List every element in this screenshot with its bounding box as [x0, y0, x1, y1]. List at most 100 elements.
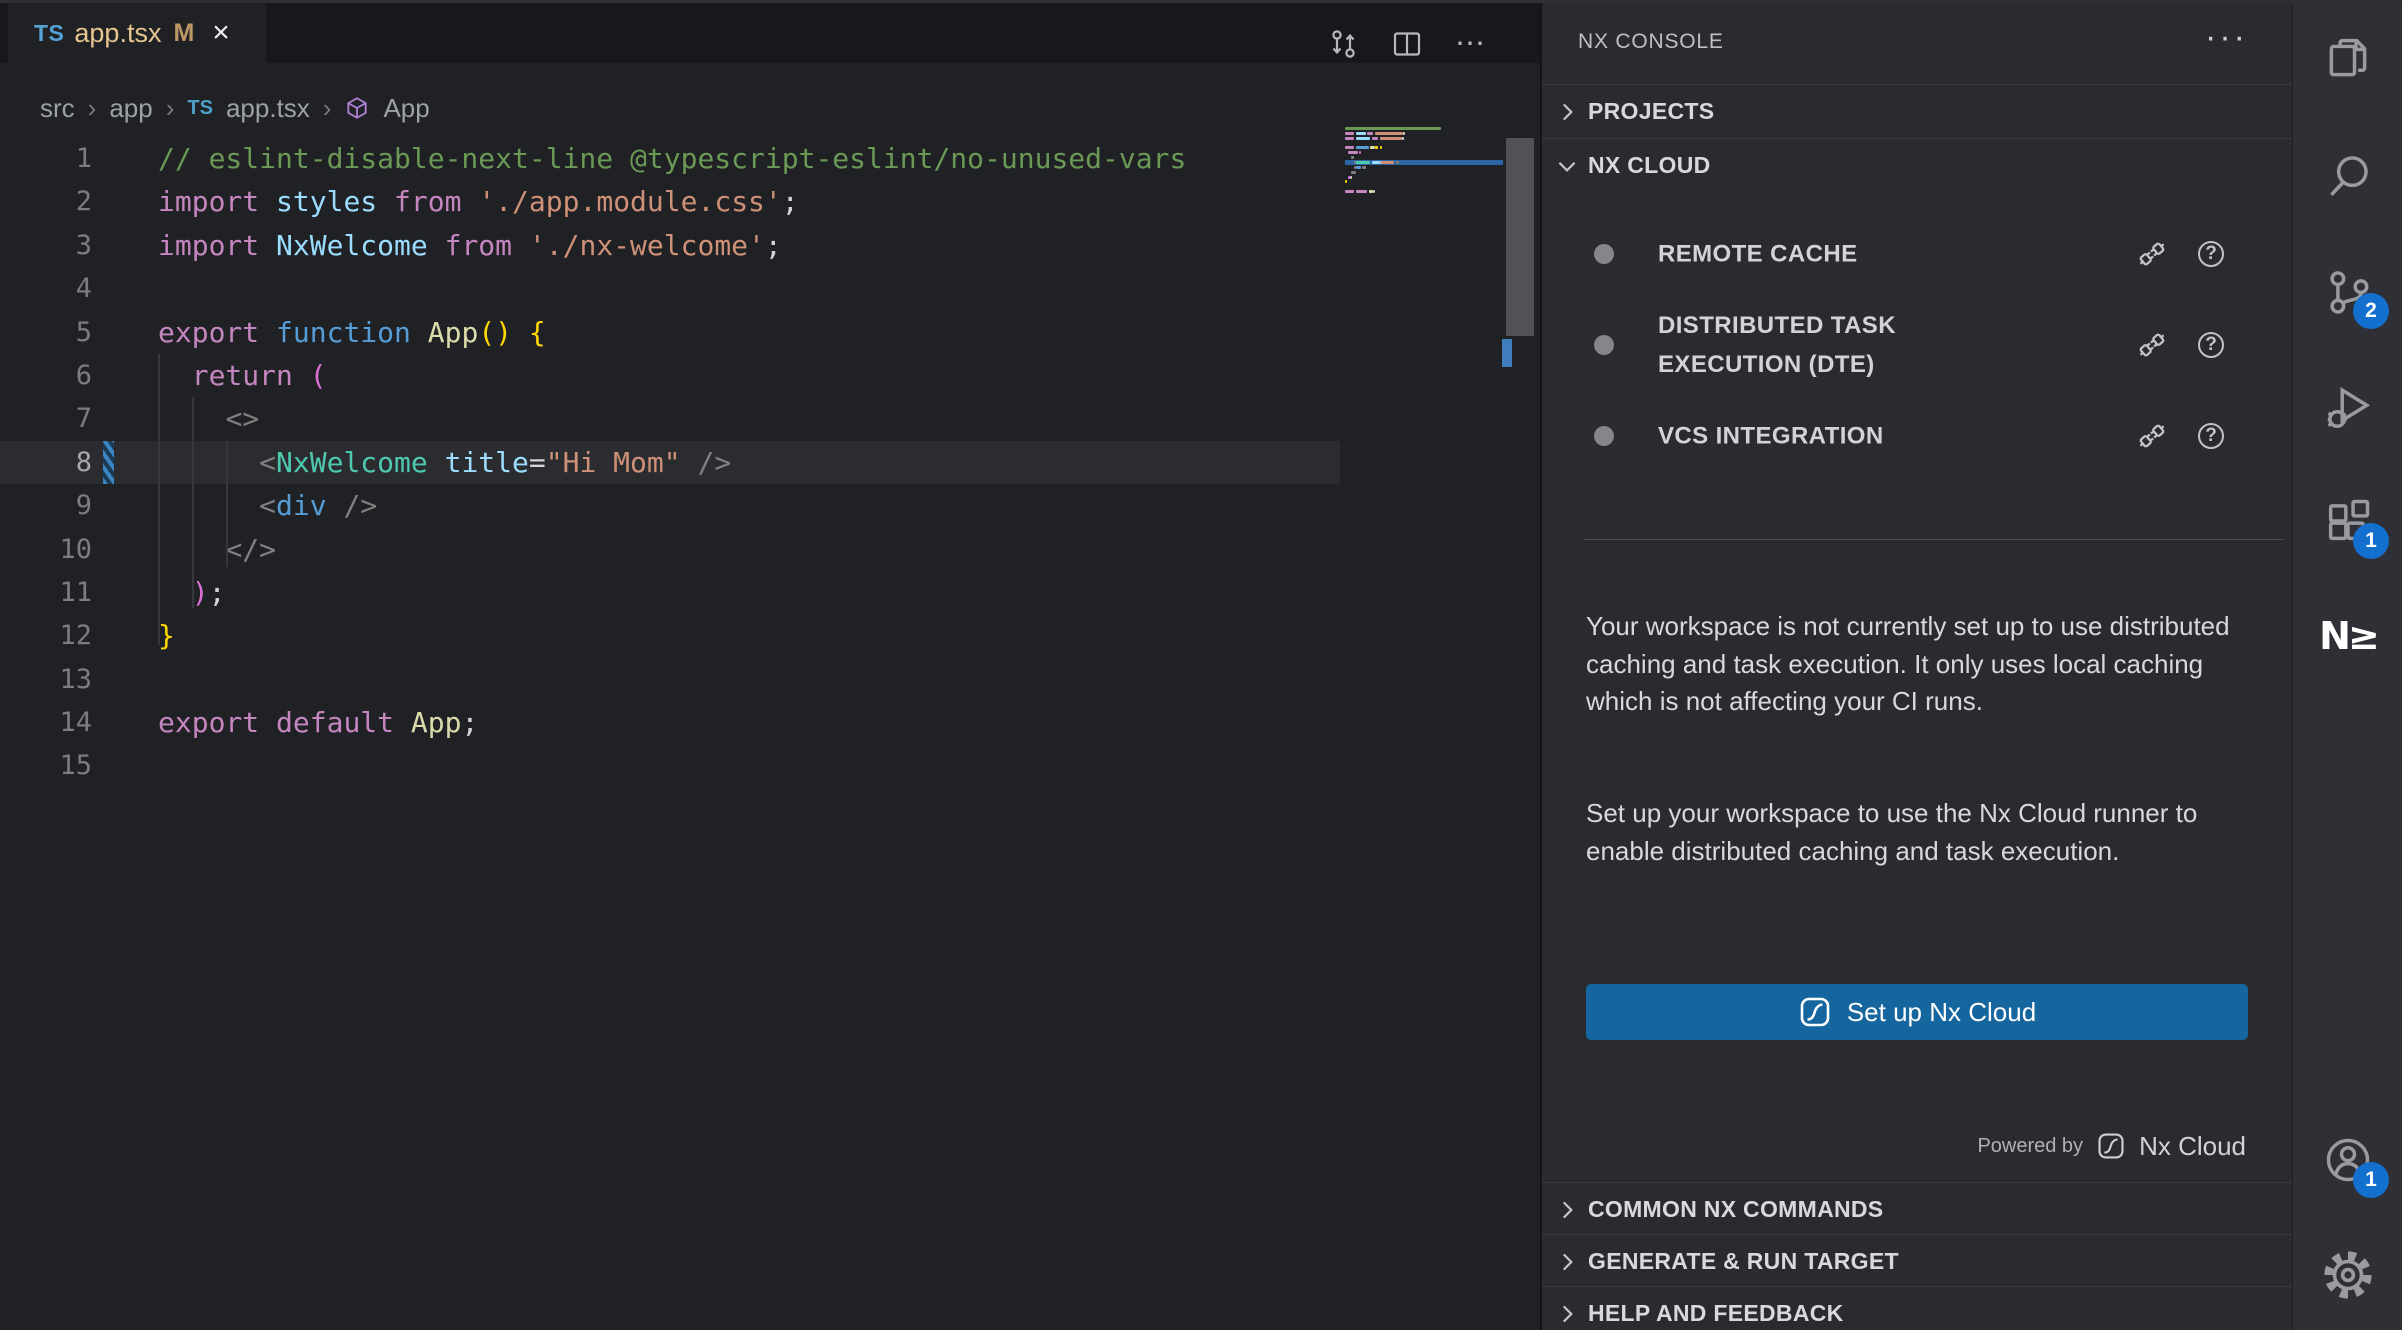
code-line[interactable]: 2import styles from './app.module.css'; — [0, 180, 1340, 223]
code-line[interactable]: 5export function App() { — [0, 311, 1340, 354]
line-number: 2 — [0, 180, 92, 223]
section-label: PROJECTS — [1588, 98, 1714, 125]
line-number: 3 — [0, 224, 92, 267]
code-line[interactable]: 10 </> — [0, 528, 1340, 571]
code-line[interactable]: 4 — [0, 267, 1340, 310]
section-label: HELP AND FEEDBACK — [1588, 1300, 1844, 1327]
code-line[interactable]: 13 — [0, 658, 1340, 701]
help-icon[interactable]: ? — [2196, 421, 2226, 451]
connect-icon[interactable] — [2135, 419, 2169, 453]
accounts-badge: 1 — [2353, 1162, 2389, 1198]
chevron-right-icon — [1554, 1197, 1580, 1223]
more-actions-icon[interactable]: ··· — [2205, 18, 2248, 57]
section-label: COMMON NX COMMANDS — [1588, 1196, 1883, 1223]
sidebar-item-source-control[interactable]: 2 — [2293, 241, 2402, 341]
help-icon[interactable]: ? — [2196, 330, 2226, 360]
breadcrumb-separator: › — [166, 93, 175, 124]
code-text — [92, 744, 158, 787]
chevron-right-icon — [1554, 99, 1580, 125]
nx-console-panel: NX CONSOLE ··· PROJECTS NX CLOUD REMOTE … — [1540, 0, 2292, 1330]
breadcrumb-item-src[interactable]: src — [40, 93, 75, 124]
more-actions-icon[interactable]: ⋯ — [1453, 26, 1489, 62]
code-line[interactable]: 6 return ( — [0, 354, 1340, 397]
code-editor[interactable]: 1// eslint-disable-next-line @typescript… — [0, 137, 1540, 788]
code-line[interactable]: 11 ); — [0, 571, 1340, 614]
item-label: VCS INTEGRATION — [1658, 417, 1884, 456]
code-line[interactable]: 3import NxWelcome from './nx-welcome'; — [0, 224, 1340, 267]
code-text: </> — [92, 528, 276, 571]
debug-icon — [2322, 380, 2374, 432]
nx-logo-icon: N≥ — [2319, 614, 2377, 658]
line-number: 10 — [0, 528, 92, 571]
nx-cloud-brand: Nx Cloud — [2139, 1131, 2246, 1162]
sidebar-item-settings[interactable] — [2293, 1225, 2402, 1325]
vscode-window: TS app.tsx M × ⋯ — [0, 0, 2402, 1330]
gear-icon — [2321, 1248, 2375, 1302]
line-number: 4 — [0, 267, 92, 310]
section-label: GENERATE & RUN TARGET — [1588, 1248, 1899, 1275]
setup-hint-text: Set up your workspace to use the Nx Clou… — [1586, 795, 2254, 870]
chevron-down-icon — [1554, 153, 1580, 179]
code-line[interactable]: 7 <> — [0, 397, 1340, 440]
code-line[interactable]: 8 <NxWelcome title="Hi Mom" /> — [0, 441, 1340, 484]
line-number: 14 — [0, 701, 92, 744]
help-icon[interactable]: ? — [2196, 239, 2226, 269]
section-common-nx-commands[interactable]: COMMON NX COMMANDS — [1542, 1182, 2294, 1236]
search-icon — [2322, 150, 2374, 202]
breadcrumb-item-symbol[interactable]: App — [383, 93, 429, 124]
breadcrumb-item-app[interactable]: app — [109, 93, 152, 124]
breadcrumb-separator: › — [88, 93, 97, 124]
connect-icon[interactable] — [2135, 237, 2169, 271]
files-icon — [2322, 32, 2374, 84]
nx-cloud-item-vcs: VCS INTEGRATION ? — [1542, 394, 2294, 478]
code-text: ); — [92, 571, 225, 614]
breadcrumb-item-file[interactable]: app.tsx — [226, 93, 310, 124]
connect-icon[interactable] — [2135, 328, 2169, 362]
tab-app-tsx[interactable]: TS app.tsx M × — [8, 3, 266, 63]
setup-nx-cloud-button[interactable]: Set up Nx Cloud — [1586, 984, 2248, 1040]
split-editor-icon[interactable] — [1389, 26, 1425, 62]
line-number: 1 — [0, 137, 92, 180]
sidebar-item-nx-console[interactable]: N≥ — [2293, 586, 2402, 686]
code-line[interactable]: 9 <div /> — [0, 484, 1340, 527]
code-line[interactable]: 15 — [0, 744, 1340, 787]
editor-group: TS app.tsx M × ⋯ — [0, 0, 1540, 1330]
line-number: 11 — [0, 571, 92, 614]
code-line[interactable]: 14export default App; — [0, 701, 1340, 744]
minimap[interactable] — [1345, 127, 1503, 207]
close-icon[interactable]: × — [212, 18, 230, 48]
sidebar-item-search[interactable] — [2293, 126, 2402, 226]
code-line[interactable]: 12} — [0, 614, 1340, 657]
code-text: return ( — [92, 354, 327, 397]
sidebar-item-run-debug[interactable] — [2293, 356, 2402, 456]
powered-by-label: Powered by — [1977, 1135, 2083, 1158]
section-generate-run-target[interactable]: GENERATE & RUN TARGET — [1542, 1234, 2294, 1288]
breadcrumb-separator: › — [323, 93, 332, 124]
tab-filename: app.tsx — [74, 18, 161, 49]
editor-toolbar: ⋯ — [1325, 26, 1489, 62]
sidebar-item-accounts[interactable]: 1 — [2293, 1110, 2402, 1210]
code-text — [92, 267, 158, 310]
line-number: 6 — [0, 354, 92, 397]
window-top-edge — [0, 0, 2402, 3]
sidebar-item-extensions[interactable]: 1 — [2293, 471, 2402, 571]
line-number: 13 — [0, 658, 92, 701]
code-text: } — [92, 614, 175, 657]
chevron-right-icon — [1554, 1301, 1580, 1327]
extensions-badge: 1 — [2353, 523, 2389, 559]
section-nx-cloud[interactable]: NX CLOUD — [1542, 138, 2294, 192]
code-lines: 1// eslint-disable-next-line @typescript… — [0, 137, 1540, 788]
line-number: 9 — [0, 484, 92, 527]
editor-scrollbar[interactable] — [1506, 138, 1534, 336]
code-text: // eslint-disable-next-line @typescript-… — [92, 137, 1186, 180]
section-help-and-feedback[interactable]: HELP AND FEEDBACK — [1542, 1286, 2294, 1330]
line-number: 5 — [0, 311, 92, 354]
powered-by-nx-cloud: Powered by Nx Cloud — [1977, 1126, 2246, 1166]
section-label: NX CLOUD — [1588, 152, 1711, 179]
status-dot-icon — [1594, 335, 1614, 355]
line-number: 7 — [0, 397, 92, 440]
sidebar-item-explorer[interactable] — [2293, 8, 2402, 108]
code-line[interactable]: 1// eslint-disable-next-line @typescript… — [0, 137, 1340, 180]
section-projects[interactable]: PROJECTS — [1542, 84, 2294, 138]
open-changes-icon[interactable] — [1325, 26, 1361, 62]
